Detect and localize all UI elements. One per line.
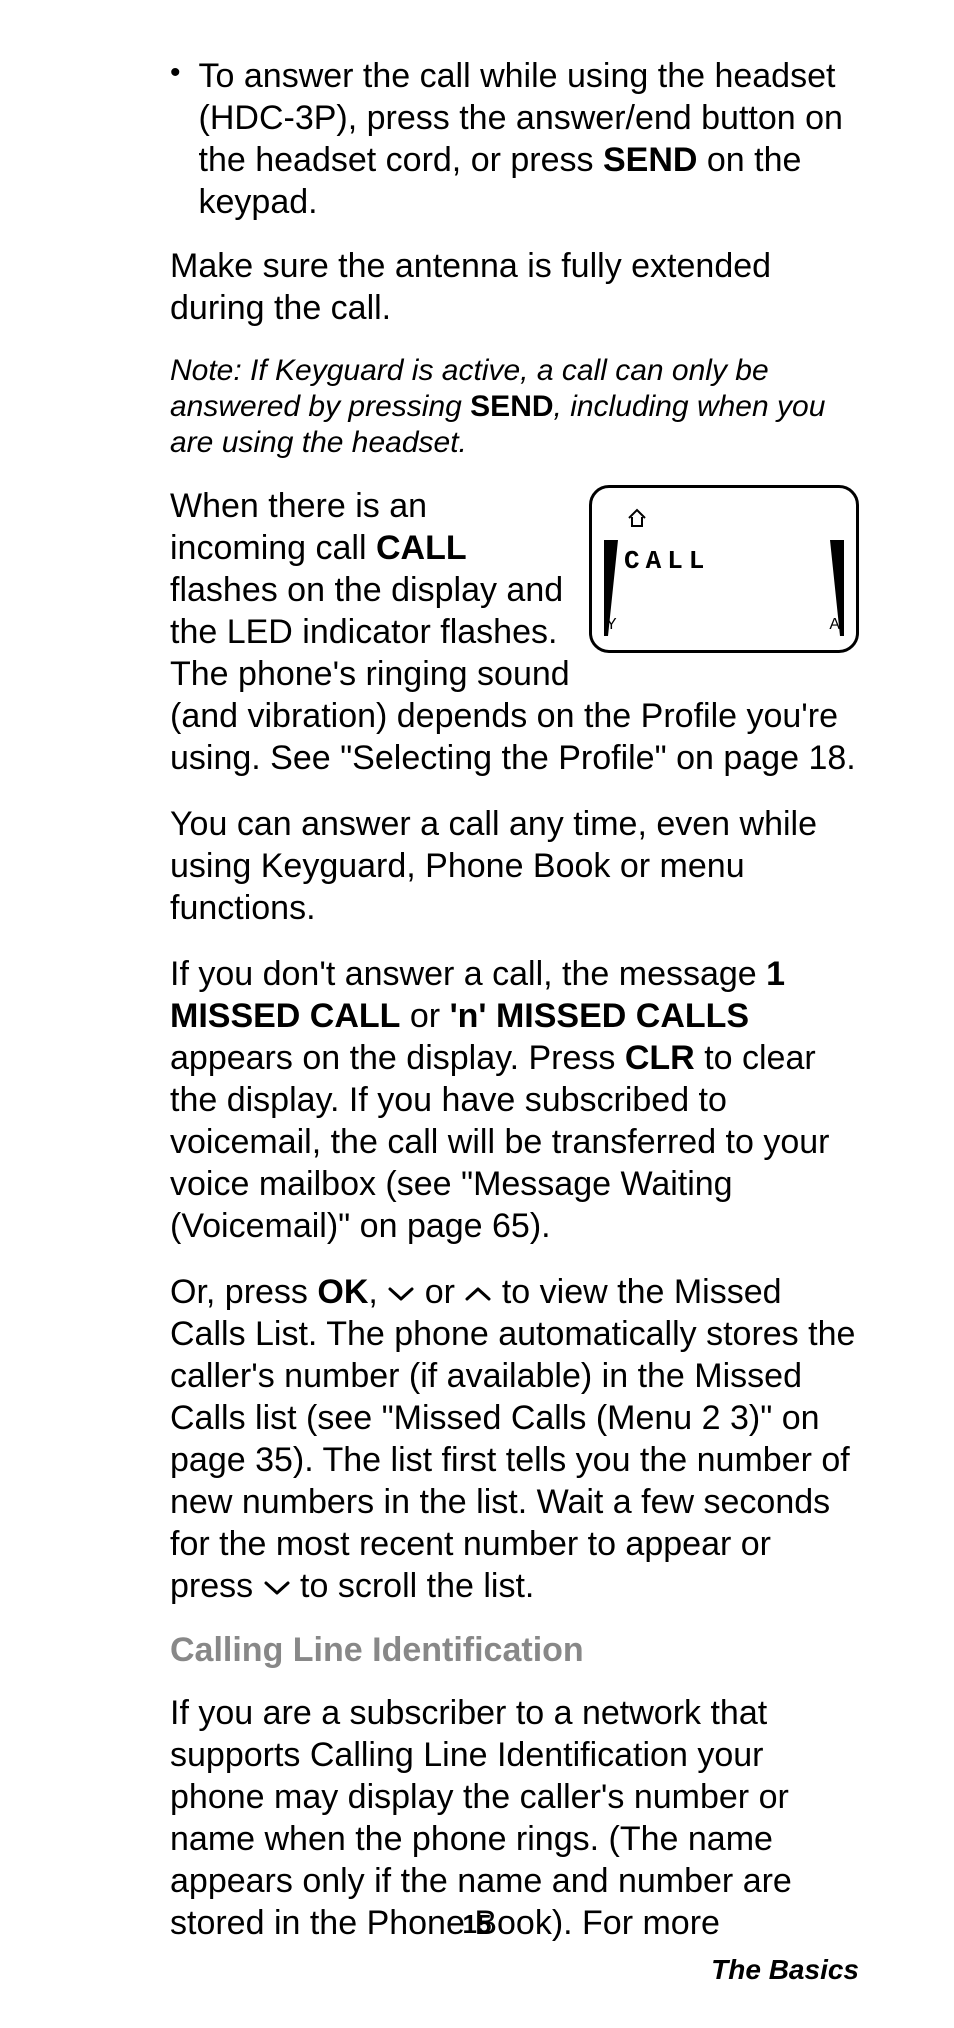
phone-screen-illustration: CALL Y A	[589, 485, 859, 653]
text: to scroll the list.	[291, 1567, 535, 1605]
key-label: OK	[317, 1273, 368, 1311]
text: or	[400, 997, 449, 1035]
home-icon	[626, 496, 648, 538]
key-label: SEND	[603, 141, 697, 179]
manual-page: • To answer the call while using the hea…	[0, 0, 954, 2028]
screen-call-text: CALL	[624, 540, 830, 582]
down-arrow-icon	[387, 1273, 415, 1311]
screen-right-label: A	[829, 604, 840, 646]
screen-left-label: Y	[606, 604, 617, 646]
note-keyguard: Note: If Keyguard is active, a call can …	[170, 353, 859, 461]
text: to view the Missed Calls List. The phone…	[170, 1273, 855, 1605]
footer-section-title: The Basics	[711, 1954, 859, 1986]
text: appears on the display. Press	[170, 1039, 625, 1077]
key-label: SEND	[470, 390, 553, 423]
paragraph-incoming: CALL Y A When there is an incoming call …	[170, 485, 859, 779]
bullet-marker: •	[170, 55, 181, 91]
page-number: 15	[0, 1909, 954, 1940]
paragraph-missed: If you don't answer a call, the message …	[170, 953, 859, 1247]
paragraph-or-press: Or, press OK, or to view the Missed Call…	[170, 1271, 859, 1607]
text: or	[415, 1273, 464, 1311]
key-label: CLR	[625, 1039, 695, 1077]
bullet-item: • To answer the call while using the hea…	[170, 55, 859, 223]
down-arrow-icon	[263, 1567, 291, 1605]
key-label: 'n' MISSED CALLS	[450, 997, 750, 1035]
paragraph-antenna: Make sure the antenna is fully extended …	[170, 245, 859, 329]
paragraph-cli: If you are a subscriber to a network tha…	[170, 1692, 859, 1944]
paragraph-anytime: You can answer a call any time, even whi…	[170, 803, 859, 929]
text: ,	[368, 1273, 387, 1311]
up-arrow-icon	[464, 1273, 492, 1311]
text: If you don't answer a call, the message	[170, 955, 766, 993]
section-heading-cli: Calling Line Identification	[170, 1631, 859, 1670]
text: Or, press	[170, 1273, 317, 1311]
key-label: CALL	[376, 529, 467, 567]
bullet-text: To answer the call while using the heads…	[199, 55, 859, 223]
